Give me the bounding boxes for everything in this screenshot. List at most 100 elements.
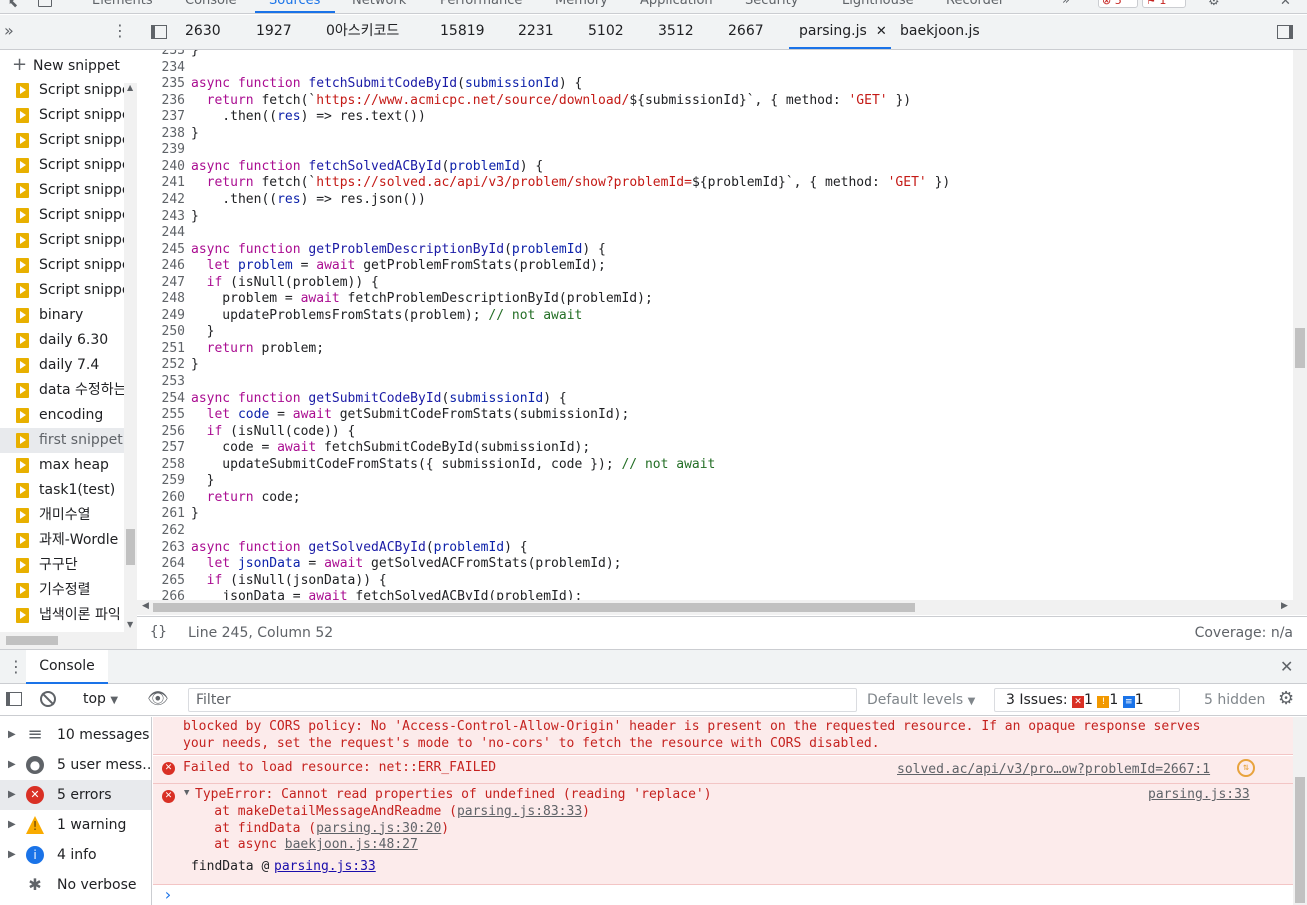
expand-arrow-icon[interactable]: ▶ — [8, 750, 16, 780]
live-expression-eye-icon[interactable]: 👁 — [147, 689, 169, 709]
drawer-tab-console[interactable]: Console — [26, 650, 108, 684]
editor-tab[interactable]: 3512 — [658, 15, 694, 49]
console-sidebar-item[interactable]: ▶ ≡ 10 messages — [0, 720, 151, 750]
stack-frame-link[interactable]: parsing.js:83:33 — [457, 804, 582, 819]
console-sidebar-item[interactable]: ▶ ● 5 user mess… — [0, 750, 156, 780]
tab-sources[interactable]: Sources — [269, 0, 320, 8]
toggle-navigator-icon[interactable] — [151, 25, 167, 39]
tab-security[interactable]: Security — [745, 0, 798, 8]
close-devtools-icon[interactable]: ✕ — [1280, 0, 1291, 9]
snippet-item[interactable]: 구구단 — [16, 553, 126, 578]
console-vertical-scrollbar[interactable] — [1293, 717, 1307, 905]
snippet-item[interactable]: max heap — [16, 453, 126, 478]
line-number[interactable]: 244 — [137, 225, 185, 240]
line-number[interactable]: 257 — [137, 440, 185, 455]
scrollbar-thumb[interactable] — [1295, 777, 1305, 903]
editor-tab[interactable]: 0아스키코드 — [326, 15, 399, 49]
snippet-item[interactable]: Script snippet — [16, 83, 126, 103]
close-tab-icon[interactable]: ✕ — [876, 15, 887, 48]
line-number[interactable]: 235 — [137, 76, 185, 91]
snippet-item[interactable]: first snippet — [0, 428, 124, 453]
line-number[interactable]: 246 — [137, 258, 185, 273]
console-sidebar-item[interactable]: ▶ i 4 info — [0, 840, 151, 870]
scroll-right-arrow-icon[interactable]: ▶ — [1281, 601, 1288, 611]
line-number[interactable]: 260 — [137, 490, 185, 505]
scrollbar-thumb[interactable] — [126, 529, 135, 565]
line-number[interactable]: 264 — [137, 556, 185, 571]
issue-count-badge[interactable]: ⚑ 1 — [1142, 0, 1186, 8]
expand-arrow-icon[interactable]: ▶ — [8, 810, 16, 840]
line-number[interactable]: 242 — [137, 192, 185, 207]
device-toolbar-icon[interactable] — [38, 0, 52, 7]
editor-tab[interactable]: baekjoon.js — [900, 15, 980, 49]
console-sidebar-item[interactable]: ▶! 1 warning — [0, 810, 151, 840]
tab-performance[interactable]: Performance — [440, 0, 522, 8]
tab-elements[interactable]: Elements — [92, 0, 153, 8]
snippet-item[interactable]: Script snippet — [16, 103, 126, 128]
line-number[interactable]: 248 — [137, 291, 185, 306]
tab-memory[interactable]: Memory — [555, 0, 608, 8]
line-number[interactable]: 254 — [137, 391, 185, 406]
snippet-item[interactable]: data 수정하는 — [16, 378, 126, 403]
snippet-item[interactable]: task1(test) — [16, 478, 126, 503]
close-drawer-icon[interactable]: ✕ — [1280, 657, 1293, 676]
console-sidebar-item[interactable]: ✱ No verbose — [0, 870, 151, 900]
line-number[interactable]: 240 — [137, 159, 185, 174]
stack-frame-link[interactable]: baekjoon.js:48:27 — [285, 837, 418, 852]
line-number[interactable]: 250 — [137, 324, 185, 339]
line-number[interactable]: 238 — [137, 126, 185, 141]
console-prompt-icon[interactable]: › — [163, 885, 173, 904]
expand-arrow-icon[interactable]: ▶ — [8, 780, 16, 810]
snippet-item[interactable]: Script snippet — [16, 253, 126, 278]
settings-icon[interactable]: ⚙ — [1208, 0, 1220, 9]
line-number[interactable]: 256 — [137, 424, 185, 439]
line-number[interactable]: 233 — [137, 50, 185, 58]
line-number[interactable]: 245 — [137, 242, 185, 257]
line-number[interactable]: 247 — [137, 275, 185, 290]
expand-arrow-icon[interactable]: ▶ — [8, 720, 16, 750]
line-number[interactable]: 263 — [137, 540, 185, 555]
new-snippet-button[interactable]: + New snippet — [0, 51, 137, 83]
line-number[interactable]: 251 — [137, 341, 185, 356]
log-levels-dropdown[interactable]: Default levels ▼ — [867, 692, 975, 708]
line-number[interactable]: 252 — [137, 357, 185, 372]
line-number[interactable]: 253 — [137, 374, 185, 389]
console-sidebar-item[interactable]: ▶ ✕ 5 errors — [0, 780, 151, 810]
console-settings-icon[interactable]: ⚙ — [1278, 688, 1294, 709]
code-editor[interactable]: } async function fetchSubmitCodeById(subm… — [189, 50, 1293, 600]
line-number[interactable]: 259 — [137, 473, 185, 488]
navigator-horizontal-scrollbar[interactable] — [0, 632, 137, 649]
line-number[interactable]: 243 — [137, 209, 185, 224]
snippet-item[interactable]: binary — [16, 303, 126, 328]
line-number[interactable]: 234 — [137, 60, 185, 75]
editor-tab[interactable]: 5102 — [588, 15, 624, 49]
issues-button[interactable]: 3 Issues: ✕ 1 ! 1 ≡ 1 — [994, 688, 1180, 712]
line-number[interactable]: 262 — [137, 523, 185, 538]
more-tabs-icon[interactable]: » — [4, 21, 14, 40]
finddata-link[interactable]: parsing.js:33 — [274, 859, 376, 874]
scrollbar-thumb[interactable] — [153, 603, 915, 612]
snippet-item[interactable]: daily 7.4 — [16, 353, 126, 378]
snippet-item[interactable]: 냅색이론 파익 — [16, 603, 126, 628]
context-selector[interactable]: top ▼ — [83, 691, 118, 707]
snippet-item[interactable]: Script snippet — [16, 203, 126, 228]
toggle-sidebar-icon[interactable] — [6, 692, 22, 706]
error-source-link[interactable]: parsing.js:33 — [1148, 787, 1250, 802]
scroll-up-arrow-icon[interactable]: ▲ — [127, 83, 133, 92]
line-number[interactable]: 249 — [137, 308, 185, 323]
snippet-item[interactable]: 기수정렬 — [16, 578, 126, 603]
tab-console[interactable]: Console — [185, 0, 237, 8]
inspect-icon[interactable]: ⬉ — [8, 0, 18, 10]
drawer-menu-icon[interactable]: ⋮ — [8, 657, 24, 676]
line-number[interactable]: 258 — [137, 457, 185, 472]
line-number[interactable]: 255 — [137, 407, 185, 422]
kebab-menu-icon[interactable]: ⋮ — [112, 21, 128, 40]
error-count-badge[interactable]: ⊗ 5 — [1098, 0, 1138, 8]
expand-arrow-icon[interactable]: ▶ — [8, 840, 16, 870]
editor-tab[interactable]: 2630 — [185, 15, 221, 49]
scroll-down-arrow-icon[interactable]: ▼ — [127, 620, 133, 629]
snippet-item[interactable]: Script snippet — [16, 228, 126, 253]
editor-horizontal-scrollbar[interactable]: ◀ ▶ — [137, 600, 1307, 615]
editor-vertical-scrollbar[interactable] — [1293, 50, 1307, 600]
editor-tab-active[interactable]: parsing.js ✕ — [789, 15, 891, 49]
